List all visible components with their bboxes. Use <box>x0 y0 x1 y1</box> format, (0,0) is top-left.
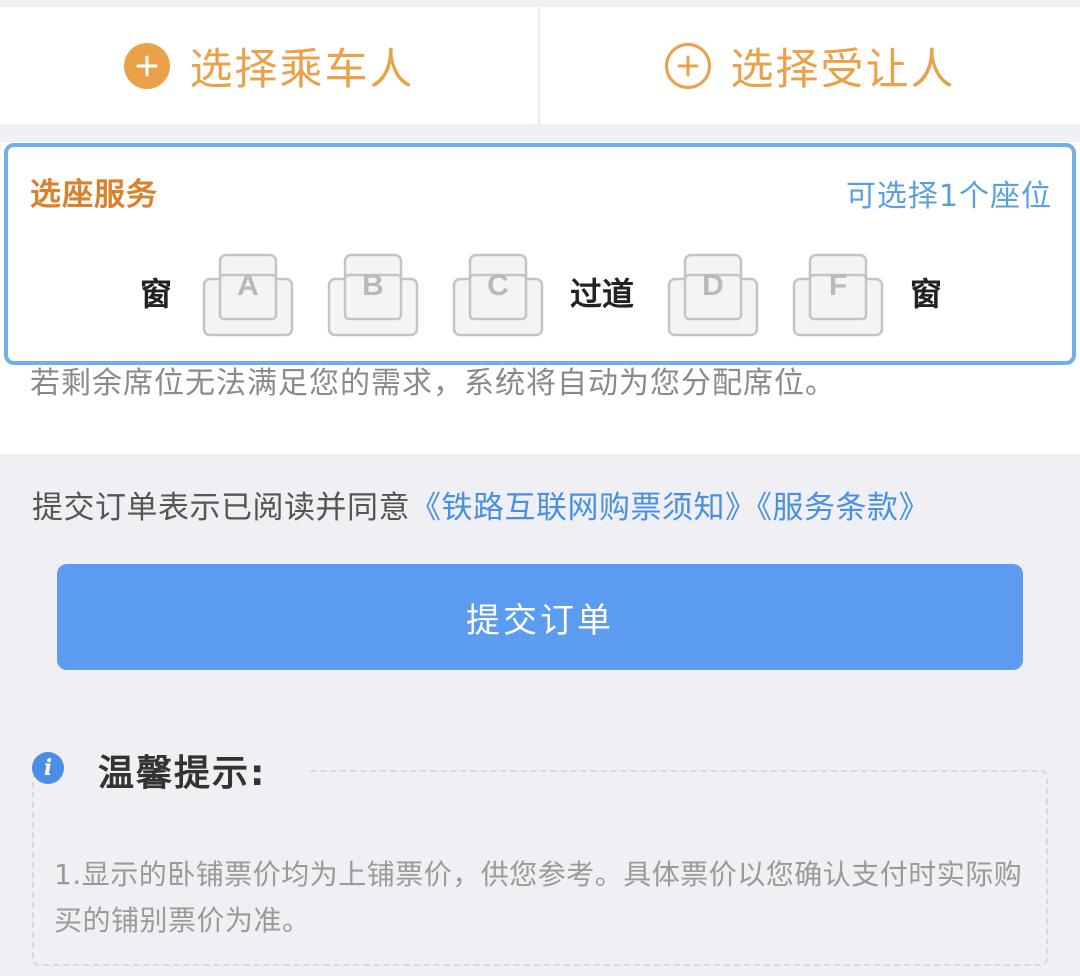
add-filled-icon <box>123 43 170 89</box>
seat-c[interactable]: C <box>452 253 544 337</box>
select-passenger-button[interactable]: 选择乘车人 <box>0 7 540 125</box>
seat-count-hint: 可选择1个座位 <box>845 179 1052 214</box>
section-divider <box>0 124 1080 142</box>
select-transferee-button[interactable]: 选择受让人 <box>540 7 1080 125</box>
seat-f[interactable]: F <box>792 253 884 337</box>
select-transferee-label: 选择受让人 <box>730 45 956 95</box>
seat-row: 窗 A B C 过道 D F 窗 <box>8 253 1072 337</box>
seat-d[interactable]: D <box>667 253 759 337</box>
window-label-right: 窗 <box>910 275 943 313</box>
seat-letter: B <box>362 269 384 302</box>
agreement-line: 提交订单表示已阅读并同意《铁路互联网购票须知》《服务条款》 <box>32 482 930 527</box>
ticket-rules-link[interactable]: 《铁路互联网购票须知》 <box>410 490 757 526</box>
info-icon: i <box>32 752 64 784</box>
seat-letter: F <box>828 269 848 302</box>
seat-letter: D <box>702 269 724 302</box>
service-terms-link[interactable]: 《服务条款》 <box>757 490 931 526</box>
seat-b[interactable]: B <box>327 253 419 337</box>
aisle-label: 过道 <box>570 275 635 313</box>
select-passenger-label: 选择乘车人 <box>189 45 415 95</box>
seat-letter: C <box>487 269 509 302</box>
seat-letter: A <box>237 269 259 302</box>
submit-order-button[interactable]: 提交订单 <box>57 564 1023 670</box>
seat-service-title: 选座服务 <box>30 177 158 213</box>
tips-title: 温馨提示: <box>98 753 267 794</box>
add-outline-icon <box>664 43 711 89</box>
agreement-prefix: 提交订单表示已阅读并同意 <box>32 490 410 526</box>
seat-selection-card: 选座服务 可选择1个座位 窗 A B C 过道 D F 窗 <box>4 143 1076 365</box>
window-label-left: 窗 <box>140 275 173 313</box>
passenger-select-bar: 选择乘车人 选择受让人 <box>0 6 1080 125</box>
seat-a[interactable]: A <box>202 253 294 337</box>
submit-order-label: 提交订单 <box>466 600 614 641</box>
tip-item: 1.显示的卧铺票价均为上铺票价，供您参考。具体票价以您确认支付时实际购买的铺别票… <box>54 858 1023 937</box>
